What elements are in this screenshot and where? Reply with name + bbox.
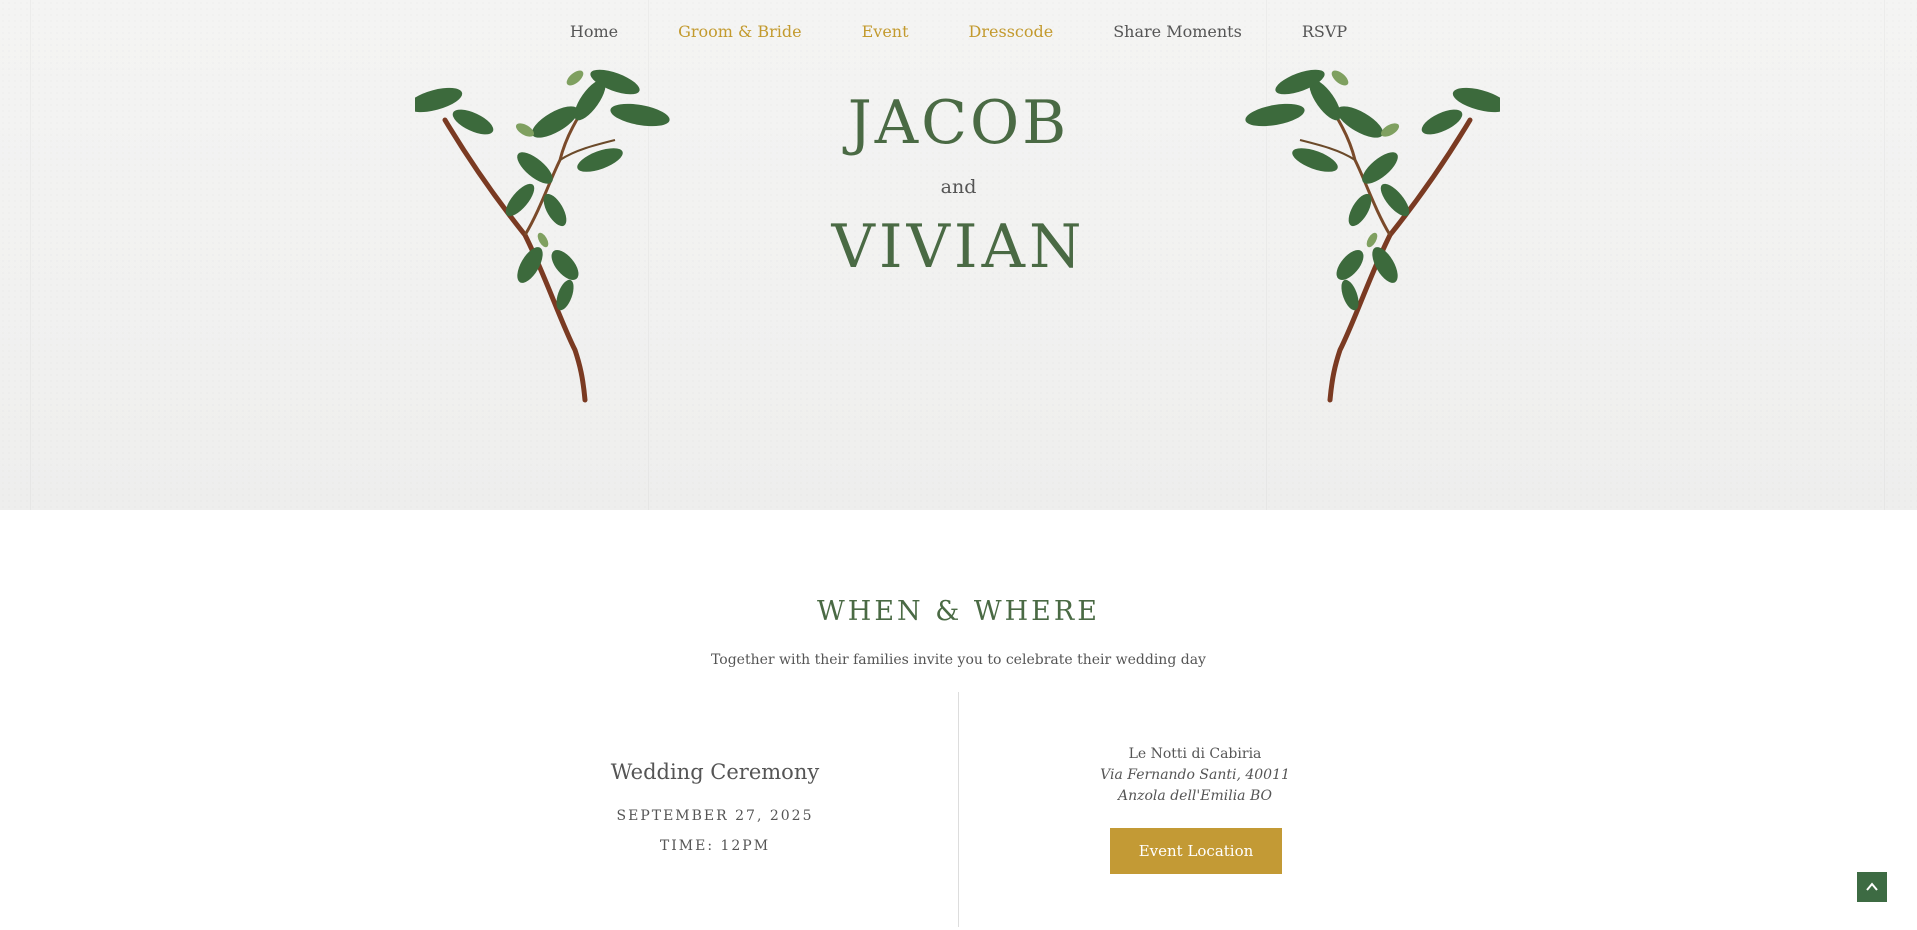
nav-dresscode[interactable]: Dresscode xyxy=(969,22,1054,41)
groom-name: JACOB xyxy=(847,88,1070,158)
ceremony-time: TIME: 12PM xyxy=(659,838,771,854)
nav-home[interactable]: Home xyxy=(570,22,618,41)
section-subtitle: Together with their families invite you … xyxy=(711,652,1206,668)
section-title: WHEN & WHERE xyxy=(817,596,1100,627)
bride-name: VIVIAN xyxy=(831,212,1086,282)
hero-section: Home Groom & Bride Event Dresscode Share… xyxy=(0,0,1917,510)
ceremony-date: SEPTEMBER 27, 2025 xyxy=(616,808,814,824)
scroll-to-top-button[interactable] xyxy=(1857,872,1887,902)
venue-address-line1: Via Fernando Santi, 40011 xyxy=(1100,767,1290,783)
nav-rsvp[interactable]: RSVP xyxy=(1302,22,1347,41)
event-location-button[interactable]: Event Location xyxy=(1110,828,1282,874)
nav-event[interactable]: Event xyxy=(862,22,909,41)
main-nav: Home Groom & Bride Event Dresscode Share… xyxy=(0,0,1917,62)
ceremony-title: Wedding Ceremony xyxy=(610,760,820,784)
venue-name: Le Notti di Cabiria xyxy=(1128,746,1262,762)
nav-groom-bride[interactable]: Groom & Bride xyxy=(678,22,802,41)
venue-address-line2: Anzola dell'Emilia BO xyxy=(1117,788,1272,804)
vertical-divider xyxy=(958,692,959,927)
nav-share-moments[interactable]: Share Moments xyxy=(1113,22,1242,41)
and-text: and xyxy=(940,176,977,198)
chevron-up-icon xyxy=(1866,882,1878,891)
